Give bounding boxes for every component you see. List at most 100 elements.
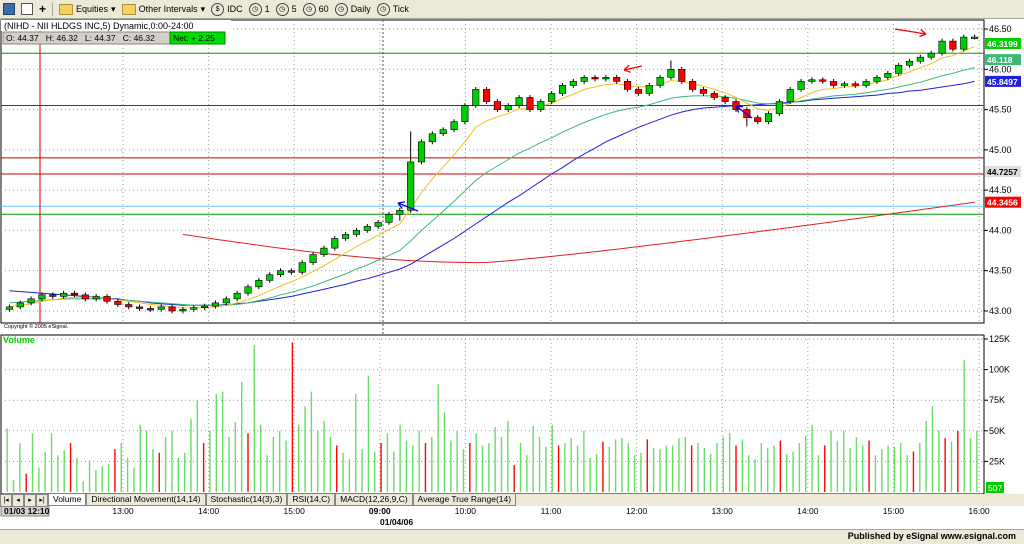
- candle-body: [179, 309, 187, 312]
- candle-body: [558, 85, 567, 94]
- candle-body: [895, 64, 903, 74]
- candle-body: [624, 81, 632, 90]
- candle-body: [16, 302, 24, 308]
- volume-label: Volume: [3, 335, 35, 345]
- candle-body: [526, 97, 534, 110]
- candle-body: [439, 129, 447, 135]
- candle-body: [656, 77, 664, 86]
- candle-body: [819, 79, 827, 82]
- interval-60-button[interactable]: ◷ 60: [302, 2, 329, 16]
- page-setup-icon[interactable]: [21, 3, 33, 15]
- interval-60-label: 60: [318, 4, 329, 14]
- candle-body: [255, 280, 263, 288]
- add-icon[interactable]: +: [39, 3, 46, 15]
- candle-body: [537, 101, 545, 110]
- candle-body: [417, 141, 426, 163]
- time-tick-label: 10:00: [455, 506, 477, 516]
- candle-body: [916, 56, 924, 62]
- price-tick-label: 43.50: [989, 266, 1012, 276]
- tab-stochastic[interactable]: Stochastic(14(3),3): [205, 494, 288, 506]
- interval-1-button[interactable]: ◷ 1: [248, 2, 270, 16]
- chart-area[interactable]: (NIHD - NII HLDGS INC,5) Dynamic,0:00-24…: [0, 19, 1024, 529]
- toolbar-separator: [52, 2, 54, 16]
- price-tags: 46.3199 46.118 45.8497 44.7257 44.3456: [985, 38, 1021, 208]
- candle-body: [764, 113, 773, 122]
- time-tick-label: 14:00: [198, 506, 220, 516]
- time-tick-label: 12:00: [626, 506, 648, 516]
- candle-body: [49, 294, 57, 297]
- other-intervals-label: Other Intervals: [138, 4, 198, 14]
- chart-title: (NIHD - NII HLDGS INC,5) Dynamic,0:00-24…: [4, 21, 194, 31]
- candle-body: [960, 36, 968, 50]
- tab-scroll-last-icon[interactable]: ▸|: [36, 493, 48, 507]
- idc-button[interactable]: $ IDC: [211, 2, 243, 16]
- candle-body: [548, 93, 556, 102]
- tab-macd[interactable]: MACD(12,26,9,C): [335, 494, 413, 506]
- candle-body: [645, 85, 653, 94]
- indicator-tabs: |◂ ◂ ▸ ▸| Volume Directional Movement(14…: [0, 493, 1024, 507]
- candle-body: [201, 305, 209, 309]
- folder-icon: [121, 3, 136, 15]
- time-tick-label: 16:00: [968, 506, 990, 516]
- candle-body: [504, 105, 512, 110]
- price-tick-label: 43.00: [989, 306, 1012, 316]
- candle-body: [352, 230, 360, 235]
- time-axis: 01/03 12:10 13:00 14:00 15:00 09:00 10:00 11:0…: [0, 504, 990, 527]
- candle-body: [689, 81, 697, 90]
- tick-button[interactable]: ◷ Tick: [376, 2, 409, 16]
- candle-body: [591, 77, 599, 80]
- candle-body: [157, 306, 165, 310]
- tab-average-true-range[interactable]: Average True Range(14): [412, 494, 517, 506]
- price-tag-label: 44.7257: [987, 167, 1018, 177]
- other-intervals-menu[interactable]: Other Intervals ▾: [121, 3, 205, 15]
- candle-body: [797, 81, 805, 90]
- candle-body: [472, 89, 480, 106]
- price-tick-label: 45.50: [989, 105, 1012, 115]
- volume-tick-label: 100K: [989, 365, 1010, 375]
- candle-body: [808, 79, 816, 82]
- clock-icon: ◷: [302, 2, 316, 16]
- volume-tick-label: 25K: [989, 456, 1005, 466]
- candle-body: [569, 81, 577, 86]
- candle-body: [927, 52, 935, 58]
- candle-body: [884, 73, 892, 78]
- price-tick-label: 44.00: [989, 225, 1012, 235]
- idc-label: IDC: [227, 4, 243, 14]
- time-tick-label: 15:00: [883, 506, 905, 516]
- tab-directional-movement[interactable]: Directional Movement(14,14): [86, 494, 206, 506]
- candle-body: [190, 307, 198, 310]
- candle-body: [721, 97, 729, 102]
- time-start-label: 01/03 12:10: [4, 506, 50, 516]
- candle-body: [70, 292, 79, 296]
- tab-scroll-right-icon[interactable]: ▸: [24, 493, 36, 507]
- candle-body: [515, 97, 523, 106]
- copyright: Copyright © 2005 eSignal.: [4, 323, 69, 330]
- candle-body: [493, 101, 501, 110]
- volume-tick-label: 50K: [989, 426, 1005, 436]
- price-tick-label: 45.00: [989, 145, 1012, 155]
- candle-body: [103, 296, 111, 302]
- price-tag-label: 45.8497: [987, 77, 1018, 87]
- tab-scroll-left-icon[interactable]: ◂: [12, 493, 24, 507]
- candle-body: [92, 296, 100, 300]
- candle-body: [830, 81, 838, 86]
- clock-icon: ◷: [275, 2, 289, 16]
- clock-icon: ◷: [248, 2, 262, 16]
- interval-5-button[interactable]: ◷ 5: [275, 2, 297, 16]
- ohlc-readout: O: 44.37 H: 46.32 L: 44.37 C: 46.32: [6, 33, 155, 43]
- idc-icon: $: [211, 2, 225, 16]
- equities-menu[interactable]: Equities ▾: [59, 3, 116, 15]
- candle-body: [320, 247, 328, 255]
- candle-body: [136, 306, 144, 309]
- candle-body: [60, 292, 68, 297]
- chart-window-icon[interactable]: [3, 3, 15, 15]
- daily-button[interactable]: ◷ Daily: [334, 2, 371, 16]
- tab-rsi[interactable]: RSI(14,C): [287, 494, 336, 506]
- price-tag-label: 46.118: [987, 55, 1013, 65]
- candle-body: [862, 81, 870, 86]
- tab-volume[interactable]: Volume: [48, 494, 87, 506]
- candle-body: [27, 298, 35, 304]
- candle-body: [483, 89, 491, 102]
- tab-scroll-first-icon[interactable]: |◂: [0, 493, 12, 507]
- candle-body: [428, 133, 436, 143]
